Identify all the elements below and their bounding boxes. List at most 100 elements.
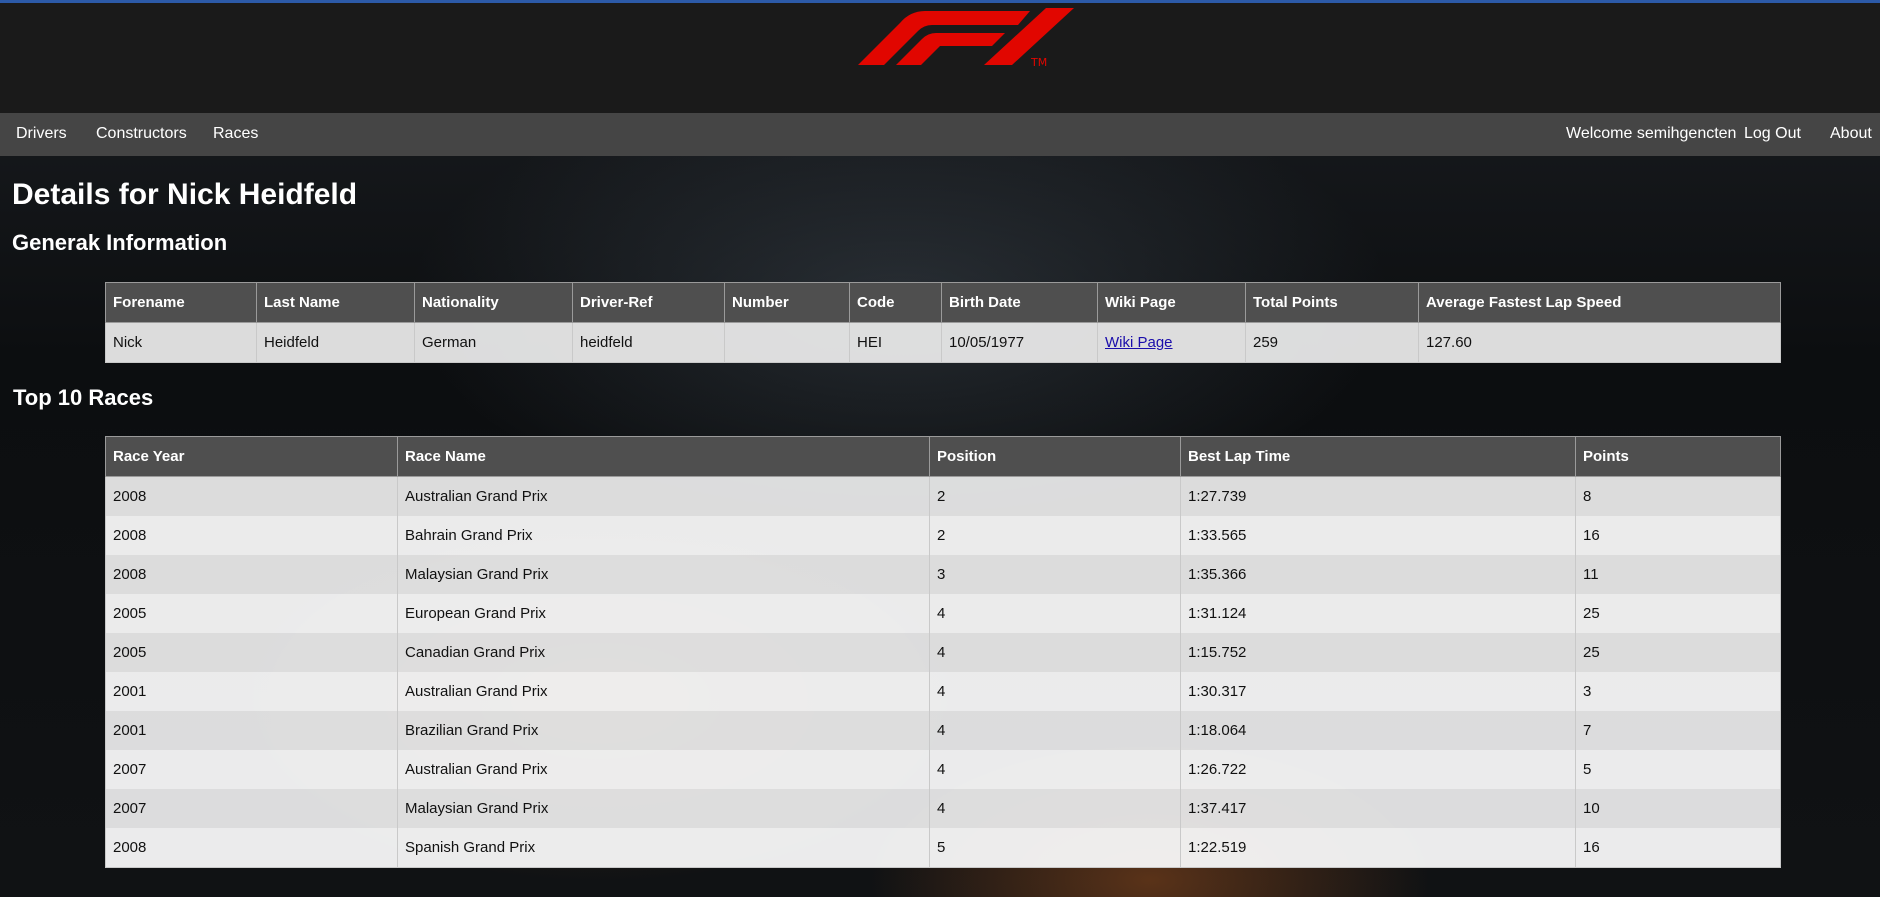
cell-race-year: 2001: [105, 711, 398, 750]
general-data-row: Nick Heidfeld German heidfeld HEI 10/05/…: [105, 322, 1781, 363]
cell-best-lap-time: 1:30.317: [1180, 672, 1576, 711]
cell-position: 4: [929, 789, 1181, 828]
cell-last-name: Heidfeld: [256, 322, 415, 363]
cell-race-name: Malaysian Grand Prix: [397, 789, 930, 828]
cell-race-name: Malaysian Grand Prix: [397, 555, 930, 594]
header-code: Code: [849, 282, 942, 323]
cell-code: HEI: [849, 322, 942, 363]
cell-best-lap-time: 1:26.722: [1180, 750, 1576, 789]
nav-drivers[interactable]: Drivers: [16, 125, 67, 143]
cell-position: 4: [929, 711, 1181, 750]
cell-position: 3: [929, 555, 1181, 594]
header-race-name: Race Name: [397, 436, 930, 477]
cell-race-year: 2007: [105, 750, 398, 789]
cell-best-lap-time: 1:37.417: [1180, 789, 1576, 828]
cell-position: 2: [929, 476, 1181, 516]
cell-points: 25: [1575, 633, 1781, 672]
cell-best-lap-time: 1:15.752: [1180, 633, 1576, 672]
cell-best-lap-time: 1:35.366: [1180, 555, 1576, 594]
cell-points: 16: [1575, 828, 1781, 868]
table-row: 2008 Malaysian Grand Prix 3 1:35.366 11: [105, 555, 1781, 594]
cell-avg-fastest-lap-speed: 127.60: [1418, 322, 1781, 363]
cell-race-year: 2008: [105, 476, 398, 516]
cell-race-name: Australian Grand Prix: [397, 672, 930, 711]
cell-best-lap-time: 1:18.064: [1180, 711, 1576, 750]
welcome-text: Welcome semihgencten: [1566, 125, 1737, 142]
cell-position: 4: [929, 594, 1181, 633]
cell-points: 5: [1575, 750, 1781, 789]
cell-points: 11: [1575, 555, 1781, 594]
cell-forename: Nick: [105, 322, 257, 363]
header-best-lap-time: Best Lap Time: [1180, 436, 1576, 477]
header-forename: Forename: [105, 282, 257, 323]
cell-race-name: Australian Grand Prix: [397, 750, 930, 789]
header-driver-ref: Driver-Ref: [572, 282, 725, 323]
nav-about[interactable]: About: [1830, 125, 1872, 143]
general-info-table: Forename Last Name Nationality Driver-Re…: [105, 282, 1781, 363]
cell-points: 8: [1575, 476, 1781, 516]
cell-position: 4: [929, 633, 1181, 672]
general-header-row: Forename Last Name Nationality Driver-Re…: [105, 282, 1781, 323]
top-races-heading: Top 10 Races: [13, 385, 154, 410]
header-last-name: Last Name: [256, 282, 415, 323]
cell-best-lap-time: 1:22.519: [1180, 828, 1576, 868]
cell-position: 4: [929, 672, 1181, 711]
cell-points: 10: [1575, 789, 1781, 828]
cell-race-year: 2008: [105, 555, 398, 594]
table-row: 2001 Australian Grand Prix 4 1:30.317 3: [105, 672, 1781, 711]
cell-total-points: 259: [1245, 322, 1419, 363]
header-wiki-page: Wiki Page: [1097, 282, 1246, 323]
header-birth-date: Birth Date: [941, 282, 1098, 323]
cell-race-name: European Grand Prix: [397, 594, 930, 633]
header-total-points: Total Points: [1245, 282, 1419, 323]
trademark-label: TM: [1031, 56, 1048, 69]
cell-position: 2: [929, 516, 1181, 555]
header-points: Points: [1575, 436, 1781, 477]
cell-points: 7: [1575, 711, 1781, 750]
header-position: Position: [929, 436, 1181, 477]
header-nationality: Nationality: [414, 282, 573, 323]
races-table-body: 2008 Australian Grand Prix 2 1:27.739 8 2008 B…: [105, 476, 1781, 868]
general-info-heading: Generak Information: [12, 230, 228, 255]
nav-logout[interactable]: Log Out: [1744, 125, 1801, 143]
cell-race-name: Spanish Grand Prix: [397, 828, 930, 868]
cell-race-year: 2001: [105, 672, 398, 711]
cell-best-lap-time: 1:27.739: [1180, 476, 1576, 516]
races-header-row: Race Year Race Name Position Best Lap Ti…: [105, 436, 1781, 477]
table-row: 2005 European Grand Prix 4 1:31.124 25: [105, 594, 1781, 633]
table-row: 2007 Australian Grand Prix 4 1:26.722 5: [105, 750, 1781, 789]
table-row: 2008 Australian Grand Prix 2 1:27.739 8: [105, 476, 1781, 516]
table-row: 2008 Spanish Grand Prix 5 1:22.519 16: [105, 828, 1781, 868]
cell-driver-ref: heidfeld: [572, 322, 725, 363]
cell-race-year: 2008: [105, 828, 398, 868]
page-title: Details for Nick Heidfeld: [12, 178, 358, 211]
cell-position: 4: [929, 750, 1181, 789]
table-row: 2001 Brazilian Grand Prix 4 1:18.064 7: [105, 711, 1781, 750]
cell-race-name: Australian Grand Prix: [397, 476, 930, 516]
cell-race-year: 2007: [105, 789, 398, 828]
cell-nationality: German: [414, 322, 573, 363]
main-navbar: Drivers Constructors Races Welcome semih…: [0, 113, 1880, 156]
cell-number: [724, 322, 850, 363]
cell-race-name: Bahrain Grand Prix: [397, 516, 930, 555]
header-race-year: Race Year: [105, 436, 398, 477]
nav-constructors[interactable]: Constructors: [96, 125, 187, 143]
nav-races[interactable]: Races: [213, 125, 258, 143]
cell-race-year: 2005: [105, 633, 398, 672]
cell-race-name: Brazilian Grand Prix: [397, 711, 930, 750]
header-avg-fastest-lap-speed: Average Fastest Lap Speed: [1418, 282, 1781, 323]
cell-points: 16: [1575, 516, 1781, 555]
cell-birth-date: 10/05/1977: [941, 322, 1098, 363]
table-row: 2008 Bahrain Grand Prix 2 1:33.565 16: [105, 516, 1781, 555]
header-number: Number: [724, 282, 850, 323]
cell-points: 3: [1575, 672, 1781, 711]
top-races-table: Race Year Race Name Position Best Lap Ti…: [105, 436, 1781, 868]
cell-position: 5: [929, 828, 1181, 868]
header-logo-bar: TM: [0, 3, 1880, 113]
table-row: 2007 Malaysian Grand Prix 4 1:37.417 10: [105, 789, 1781, 828]
cell-race-year: 2005: [105, 594, 398, 633]
cell-race-name: Canadian Grand Prix: [397, 633, 930, 672]
wiki-page-link[interactable]: Wiki Page: [1105, 334, 1173, 351]
table-row: 2005 Canadian Grand Prix 4 1:15.752 25: [105, 633, 1781, 672]
cell-wiki-page: Wiki Page: [1097, 322, 1246, 363]
